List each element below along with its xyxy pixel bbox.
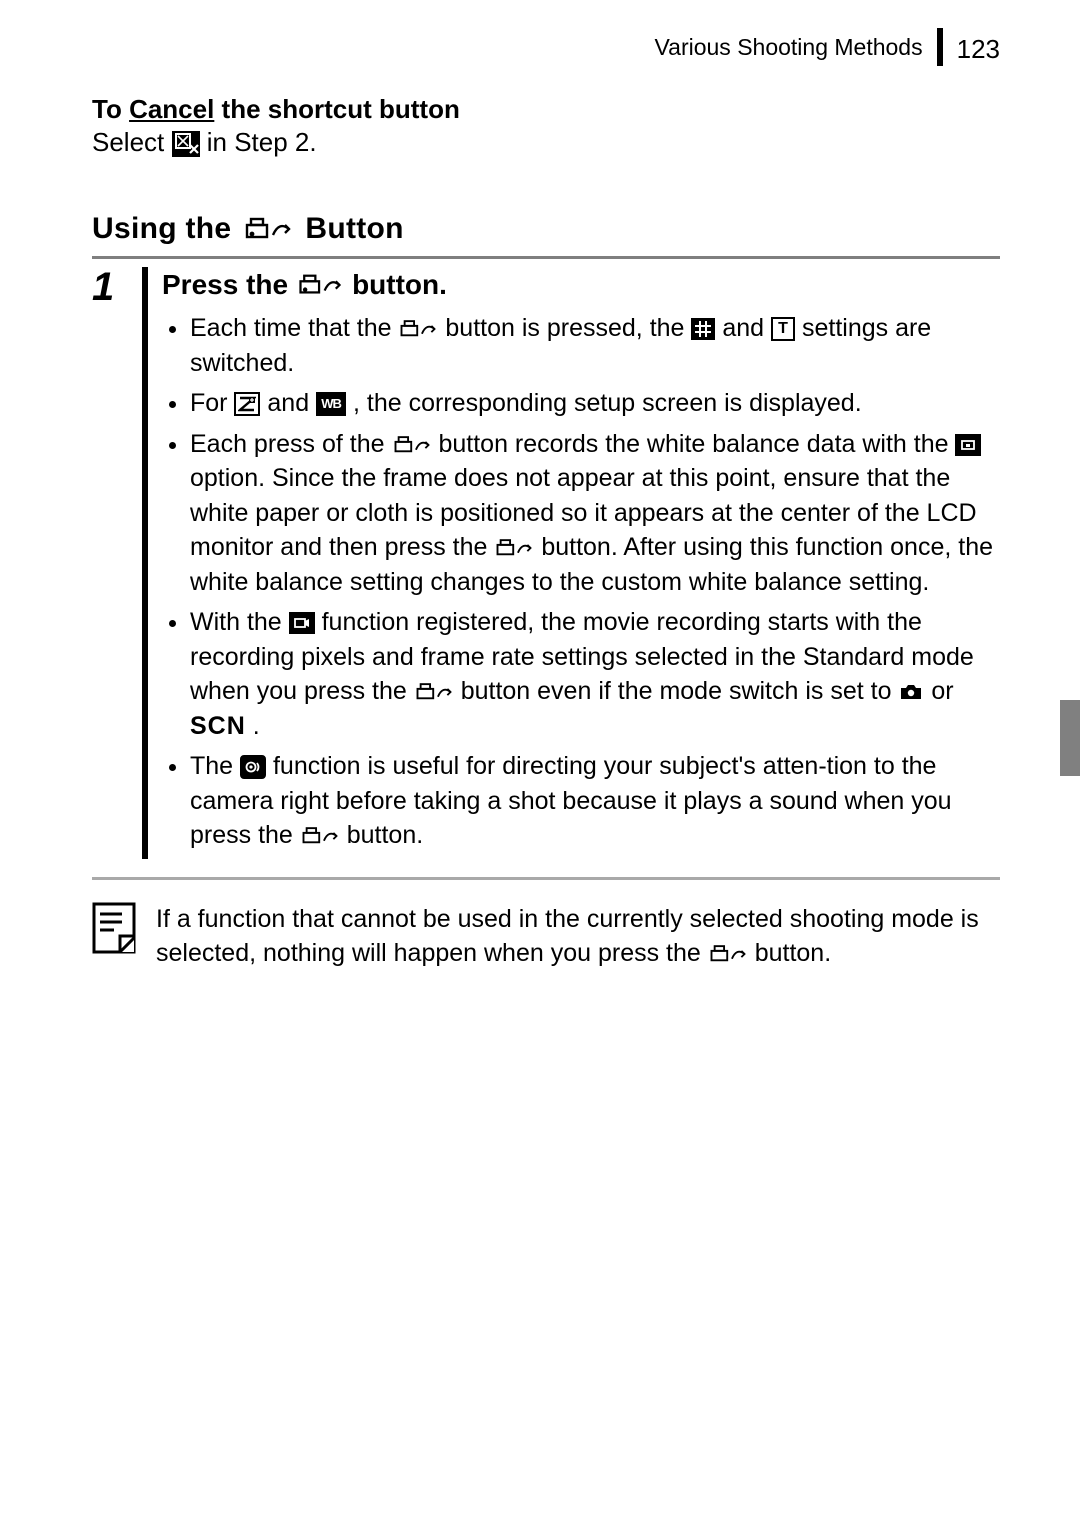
text: button even if the mode switch is set to: [461, 677, 899, 705]
print-share-icon: [398, 318, 438, 340]
text: button.: [352, 269, 447, 301]
scn-mode-label: SCN: [190, 712, 246, 740]
text: .: [253, 712, 260, 740]
print-share-icon: [298, 272, 342, 298]
text: To: [92, 94, 129, 124]
page-number: 123: [957, 34, 1000, 65]
section-name: Various Shooting Methods: [655, 34, 923, 61]
print-share-icon: [414, 681, 454, 703]
text: Each time that the: [190, 314, 398, 342]
running-header: Various Shooting Methods 123: [92, 34, 1000, 66]
text: in Step 2.: [207, 127, 317, 157]
text: Select: [92, 127, 172, 157]
shortcut-off-icon: [172, 131, 200, 157]
note-text: If a function that cannot be used in the…: [156, 902, 1000, 971]
text: , the corresponding setup screen is disp…: [353, 389, 862, 417]
step-divider: [142, 267, 148, 859]
teleconverter-icon: T: [771, 317, 795, 341]
print-share-icon: [494, 537, 534, 559]
text: Each press of the: [190, 430, 392, 458]
white-balance-icon: WB: [316, 392, 346, 416]
step-body: Press the button. Each time that the but…: [162, 267, 1000, 859]
text: and: [722, 314, 771, 342]
text-underline: Cancel: [129, 94, 214, 124]
list-item: Each press of the button records the whi…: [190, 427, 1000, 600]
section-heading: Using the Button: [92, 212, 1000, 246]
print-share-icon: [708, 943, 748, 965]
header-divider: [937, 28, 943, 66]
bullet-list: Each time that the button is pressed, th…: [162, 311, 1000, 853]
text: and: [267, 389, 316, 417]
print-share-icon: [300, 825, 340, 847]
cancel-instruction: Select in Step 2.: [92, 127, 1000, 158]
text: With the: [190, 608, 289, 636]
step-number: 1: [92, 267, 136, 859]
list-item: For and WB , the corresponding setup scr…: [190, 386, 1000, 421]
text: Press the: [162, 269, 288, 301]
text: button records the white balance data wi…: [438, 430, 955, 458]
movie-icon: [289, 612, 315, 634]
step-title: Press the button.: [162, 269, 1000, 301]
text: or: [931, 677, 953, 705]
cancel-heading: To Cancel the shortcut button: [92, 94, 1000, 125]
note-block: If a function that cannot be used in the…: [92, 902, 1000, 971]
exposure-comp-icon: [234, 392, 260, 416]
text: Using the: [92, 212, 231, 246]
text: the shortcut button: [214, 94, 460, 124]
note-rule: [92, 877, 1000, 880]
sound-icon: [240, 755, 266, 779]
list-item: With the function registered, the movie …: [190, 605, 1000, 743]
print-share-icon: [392, 434, 432, 456]
step-block: 1 Press the button. Each time that the b…: [92, 267, 1000, 859]
section-thumb-tab: [1060, 700, 1080, 776]
list-item: Each time that the button is pressed, th…: [190, 311, 1000, 380]
text: The: [190, 752, 240, 780]
text: button.: [347, 821, 423, 849]
manual-page: { "header": {"section": "Various Shootin…: [0, 0, 1080, 1521]
section-rule: [92, 256, 1000, 259]
list-item: The function is useful for directing you…: [190, 749, 1000, 853]
text: For: [190, 389, 234, 417]
text: button is pressed, the: [445, 314, 691, 342]
grid-icon: [691, 318, 715, 340]
text: Button: [305, 212, 403, 246]
custom-wb-icon: [955, 434, 981, 456]
print-share-icon: [245, 215, 291, 243]
text: If a function that cannot be used in the…: [156, 905, 979, 968]
note-icon: [92, 902, 136, 971]
camera-icon: [898, 682, 924, 702]
text: button.: [755, 939, 831, 967]
